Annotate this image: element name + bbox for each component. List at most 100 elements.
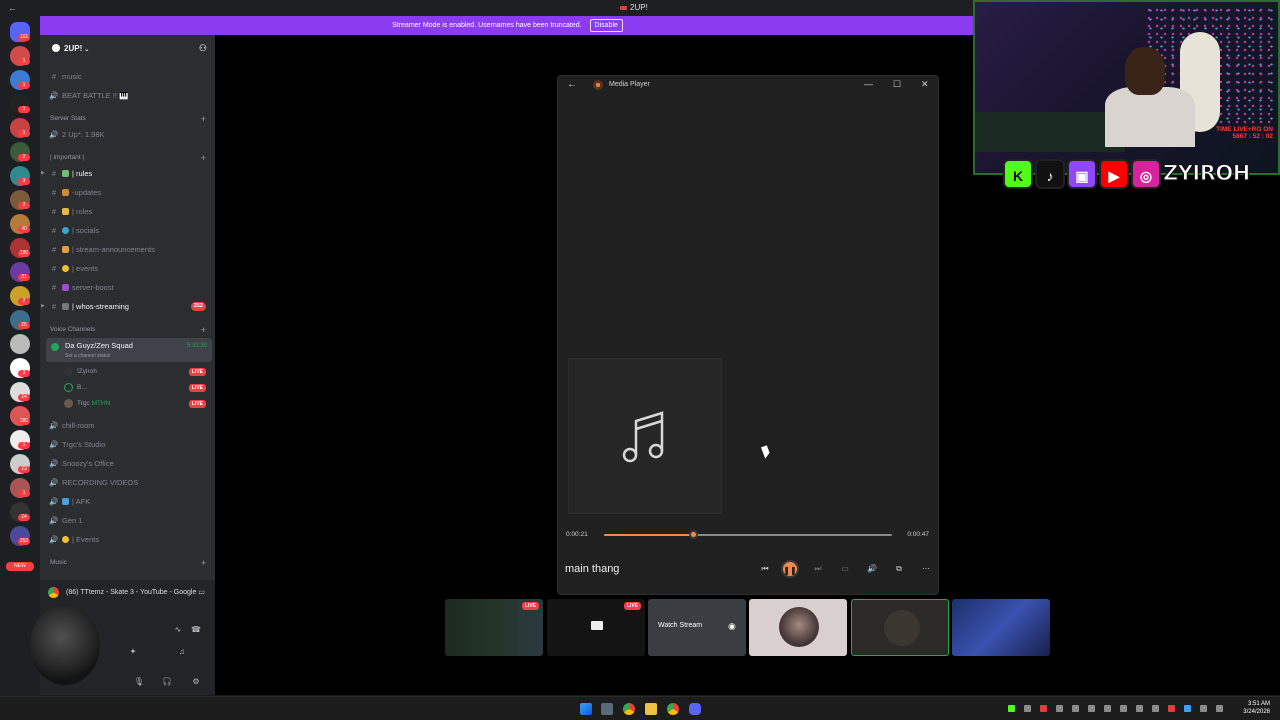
channel-events[interactable]: # | events bbox=[48, 261, 212, 276]
chevron-down-icon: ⌄ bbox=[84, 47, 90, 53]
speaker-icon: 🔊 bbox=[49, 91, 59, 100]
channel-updates[interactable]: # -updates bbox=[48, 185, 212, 200]
avatar bbox=[64, 398, 73, 408]
channel-rules[interactable]: ▶ # | rules bbox=[41, 166, 212, 181]
watch-stream-button[interactable]: Watch Stream bbox=[658, 622, 702, 629]
discord-icon[interactable] bbox=[689, 703, 701, 715]
task-view-icon[interactable] bbox=[601, 703, 613, 715]
tray-icon[interactable] bbox=[1136, 705, 1143, 712]
voice-channel[interactable]: 🔊 Snoozy's Office bbox=[48, 456, 212, 471]
chrome-icon[interactable] bbox=[667, 703, 679, 715]
plus-icon[interactable]: + bbox=[201, 557, 206, 569]
channel-socials[interactable]: # | socials bbox=[48, 223, 212, 238]
voice-channel[interactable]: 🔊 Trgc's Studio bbox=[48, 437, 212, 452]
tray-icon[interactable] bbox=[1040, 705, 1047, 712]
unread-badge: 25 bbox=[18, 322, 30, 329]
streamer-body bbox=[1105, 87, 1195, 147]
mini-player-icon[interactable]: ⧉ bbox=[890, 560, 908, 578]
seek-thumb[interactable] bbox=[689, 530, 699, 539]
channel-whos-streaming[interactable]: ▶ # | whos-streaming 252 bbox=[41, 299, 212, 314]
stream-tile[interactable]: LIVE bbox=[445, 599, 543, 656]
channel-beat-battle[interactable]: 🔊 BEAT BATTLE !! 🎹 bbox=[48, 88, 212, 103]
eye-icon[interactable]: ◉ bbox=[728, 621, 736, 632]
tray-icon[interactable] bbox=[1168, 705, 1175, 712]
stream-tile[interactable]: LIVE bbox=[547, 599, 645, 656]
plus-icon[interactable]: + bbox=[201, 324, 206, 336]
tray-icon[interactable] bbox=[1104, 705, 1111, 712]
maximize-icon[interactable]: ☐ bbox=[893, 79, 901, 90]
bluetooth-icon[interactable] bbox=[1184, 705, 1191, 712]
stream-tile[interactable]: Watch Stream ◉ bbox=[648, 599, 746, 656]
file-explorer-icon[interactable] bbox=[645, 703, 657, 715]
hash-icon: # bbox=[51, 283, 57, 292]
plus-icon[interactable]: + bbox=[201, 113, 206, 125]
screen-icon[interactable]: ▭ bbox=[198, 580, 205, 605]
tray-icon[interactable] bbox=[1024, 705, 1031, 712]
next-icon[interactable]: ⏭ bbox=[809, 560, 827, 578]
close-icon[interactable]: ✕ bbox=[921, 79, 929, 90]
disable-button[interactable]: Disable bbox=[589, 19, 623, 32]
arrow-left-icon[interactable]: ← bbox=[567, 79, 577, 90]
stream-tile[interactable] bbox=[952, 599, 1050, 656]
voice-user[interactable]: Trgc MTHN LIVE bbox=[64, 397, 212, 410]
channel-status[interactable]: Set a channel status bbox=[65, 353, 110, 359]
tray-icon[interactable] bbox=[1008, 705, 1015, 712]
unread-badge: 1 bbox=[18, 58, 30, 65]
channel-stats[interactable]: 🔊 2 Up*: 1.98K bbox=[48, 127, 212, 142]
voice-user[interactable]: B... LIVE bbox=[64, 381, 212, 394]
voice-channel[interactable]: 🔊 Gen 1 bbox=[48, 513, 212, 528]
system-clock[interactable]: 3:51 AM 3/24/2026 bbox=[1243, 700, 1270, 716]
minimize-icon[interactable]: — bbox=[864, 79, 873, 89]
gear-icon[interactable]: ⚙ bbox=[189, 675, 203, 689]
voice-channel[interactable]: 🔊 | AFK bbox=[48, 494, 212, 509]
microphone-icon[interactable]: 🎙 bbox=[132, 675, 146, 689]
voice-channel[interactable]: 🔊 chill-room bbox=[48, 418, 212, 433]
pause-button[interactable]: ❚❚ bbox=[781, 560, 799, 578]
plus-icon[interactable]: + bbox=[201, 152, 206, 164]
volume-icon[interactable]: 🔊 bbox=[863, 560, 881, 578]
tray-icon[interactable] bbox=[1152, 705, 1159, 712]
waveform-icon[interactable]: ∿ bbox=[171, 623, 185, 637]
tray-icon[interactable] bbox=[1056, 705, 1063, 712]
disconnect-icon[interactable]: ☎ bbox=[189, 623, 203, 637]
arrow-left-icon[interactable]: ← bbox=[8, 3, 17, 13]
speaker-icon: 🔊 bbox=[49, 535, 59, 544]
activities-icon[interactable]: ✦ bbox=[126, 645, 140, 659]
channel-stream-announcements[interactable]: # | stream-announcements bbox=[48, 242, 212, 257]
seek-track[interactable] bbox=[604, 530, 892, 539]
stream-tile[interactable] bbox=[749, 599, 847, 656]
instagram-icon: ◎ bbox=[1131, 159, 1161, 189]
voice-channel-active[interactable]: Da Guyz/Zen Squad Set a channel status 5… bbox=[46, 338, 212, 362]
caption-icon[interactable]: ▭ bbox=[836, 560, 854, 578]
soundboard-icon[interactable]: ♫ bbox=[175, 645, 189, 659]
chrome-icon[interactable] bbox=[623, 703, 635, 715]
guild-header[interactable]: 2UP! ⌄ ⚇ bbox=[40, 35, 215, 61]
unread-badge: 180 bbox=[18, 250, 30, 257]
hash-icon: # bbox=[51, 207, 57, 216]
new-badge[interactable]: NEW bbox=[6, 562, 34, 571]
voice-channel[interactable]: 🔊 RECORDING VIDEOS bbox=[48, 475, 212, 490]
volume-icon[interactable] bbox=[1216, 705, 1223, 712]
activity-bar[interactable]: (86) TTtemz - Skate 3 - YouTube - Google… bbox=[40, 580, 215, 605]
channel-server-boost[interactable]: # server-boost bbox=[48, 280, 212, 295]
sparkle-emoji-icon bbox=[62, 265, 69, 272]
category-music[interactable]: Music + bbox=[50, 557, 210, 569]
server-icon[interactable] bbox=[10, 334, 30, 354]
voice-user[interactable]: !Zyiroh LIVE bbox=[64, 365, 212, 378]
tray-icon[interactable] bbox=[1072, 705, 1079, 712]
windows-start-icon[interactable] bbox=[580, 703, 592, 715]
wifi-icon[interactable] bbox=[1200, 705, 1207, 712]
channel-music[interactable]: # music bbox=[48, 69, 212, 84]
more-options-icon[interactable]: ⋯ bbox=[917, 560, 935, 578]
previous-icon[interactable]: ⏮ bbox=[756, 560, 774, 578]
category-voice-channels[interactable]: Voice Channels + bbox=[50, 324, 210, 336]
category-server-stats[interactable]: Server Stats + bbox=[50, 113, 210, 125]
tray-icon[interactable] bbox=[1088, 705, 1095, 712]
add-member-icon[interactable]: ⚇ bbox=[199, 43, 207, 54]
category-important[interactable]: | important | + bbox=[50, 152, 210, 164]
channel-roles[interactable]: # | roles bbox=[48, 204, 212, 219]
stream-tile[interactable] bbox=[851, 599, 949, 656]
headphones-icon[interactable]: 🎧 bbox=[160, 675, 174, 689]
tray-icon[interactable] bbox=[1120, 705, 1127, 712]
voice-channel[interactable]: 🔊 | Events bbox=[48, 532, 212, 547]
